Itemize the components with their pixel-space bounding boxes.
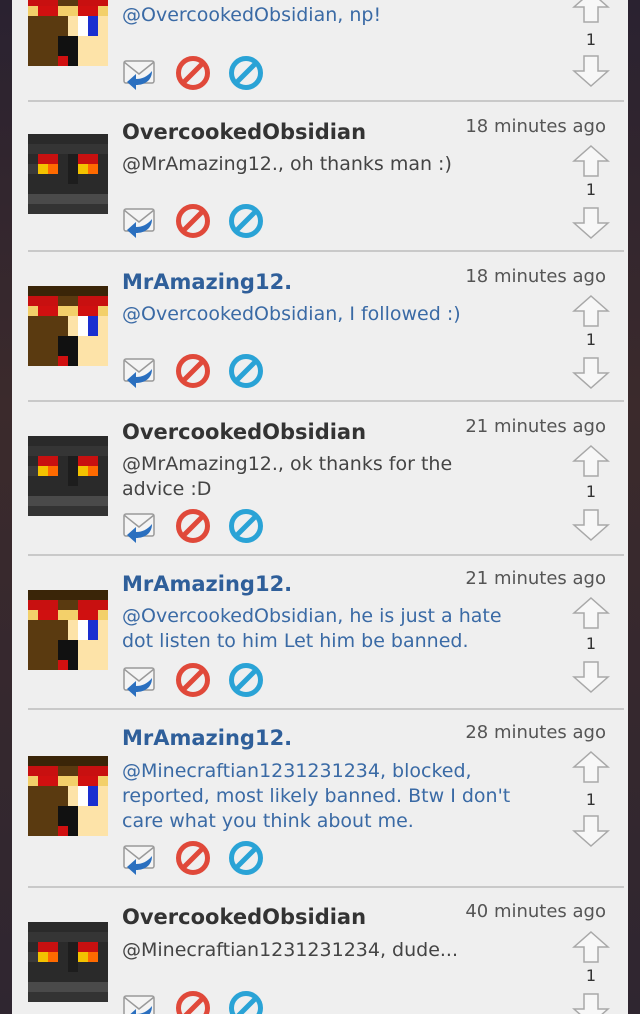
up-arrow-icon[interactable] (572, 596, 610, 630)
comment-text: @Minecraftian1231231234, dude... (122, 939, 459, 961)
reply-envelope-icon[interactable] (122, 840, 158, 876)
hide-icon[interactable] (228, 203, 264, 239)
vote-control: 1 (570, 930, 612, 1014)
reply-envelope-icon[interactable] (122, 508, 158, 544)
comment-text: @OvercookedObsidian, I followed :) (122, 303, 461, 325)
comment-item: OvercookedObsidian 40 minutes ago @Minec… (12, 888, 628, 1014)
down-arrow-icon[interactable] (572, 356, 610, 390)
up-arrow-icon[interactable] (572, 0, 610, 24)
comment-text: @MrAmazing12., oh thanks man :) (122, 153, 452, 175)
hide-icon[interactable] (228, 840, 264, 876)
timestamp: 40 minutes ago (465, 901, 606, 922)
down-arrow-icon[interactable] (572, 992, 610, 1014)
down-arrow-icon[interactable] (572, 54, 610, 88)
up-arrow-icon[interactable] (572, 144, 610, 178)
comment-text: @OvercookedObsidian, he is just a hate d… (122, 605, 502, 652)
comment-text: @OvercookedObsidian, np! (122, 4, 382, 26)
reply-envelope-icon[interactable] (122, 990, 158, 1014)
comment-item: MrAmazing12. 28 minutes ago @Minecraftia… (12, 710, 628, 886)
comment-item: MrAmazing12. 21 minutes ago @OvercookedO… (12, 556, 628, 708)
comment-item: OvercookedObsidian 18 minutes ago @MrAma… (12, 102, 628, 250)
comment-item: MrAmazing12. 18 minutes ago @OvercookedO… (12, 252, 628, 400)
username[interactable]: MrAmazing12. (122, 270, 292, 294)
username[interactable]: MrAmazing12. (122, 572, 292, 596)
comment-actions (122, 55, 282, 91)
comment-item: OvercookedObsidian 21 minutes ago @MrAma… (12, 402, 628, 554)
down-arrow-icon[interactable] (572, 508, 610, 542)
comment-actions (122, 508, 282, 544)
username[interactable]: OvercookedObsidian (122, 420, 366, 444)
timestamp: 18 minutes ago (465, 116, 606, 137)
down-arrow-icon[interactable] (572, 814, 610, 848)
comment-actions (122, 662, 282, 698)
avatar[interactable] (28, 286, 108, 366)
comment-actions (122, 840, 282, 876)
comment-actions (122, 990, 282, 1014)
vote-control: 1 (570, 144, 612, 244)
hide-icon[interactable] (228, 55, 264, 91)
timestamp: 18 minutes ago (465, 266, 606, 287)
timestamp: 28 minutes ago (465, 722, 606, 743)
avatar[interactable] (28, 134, 108, 214)
timestamp: 21 minutes ago (465, 416, 606, 437)
vote-count: 1 (585, 482, 597, 501)
block-icon[interactable] (175, 55, 211, 91)
username[interactable]: OvercookedObsidian (122, 905, 366, 929)
avatar[interactable] (28, 436, 108, 516)
block-icon[interactable] (175, 990, 211, 1014)
up-arrow-icon[interactable] (572, 444, 610, 478)
comment-text: @MrAmazing12., ok thanks for the advice … (122, 453, 453, 500)
username[interactable]: OvercookedObsidian (122, 120, 366, 144)
hide-icon[interactable] (228, 508, 264, 544)
avatar[interactable] (28, 756, 108, 836)
comment-actions (122, 203, 282, 239)
up-arrow-icon[interactable] (572, 294, 610, 328)
vote-control: 1 (570, 444, 612, 544)
vote-count: 1 (585, 966, 597, 985)
reply-envelope-icon[interactable] (122, 353, 158, 389)
vote-count: 1 (585, 790, 597, 809)
block-icon[interactable] (175, 203, 211, 239)
vote-count: 1 (585, 30, 597, 49)
reply-envelope-icon[interactable] (122, 662, 158, 698)
block-icon[interactable] (175, 508, 211, 544)
up-arrow-icon[interactable] (572, 750, 610, 784)
down-arrow-icon[interactable] (572, 660, 610, 694)
avatar[interactable] (28, 922, 108, 1002)
comment-item: @OvercookedObsidian, np! 1 (12, 0, 628, 101)
vote-control: 1 (570, 294, 612, 394)
hide-icon[interactable] (228, 662, 264, 698)
avatar[interactable] (28, 590, 108, 670)
vote-control: 1 (570, 596, 612, 696)
avatar[interactable] (28, 0, 108, 66)
vote-control: 1 (570, 0, 612, 90)
hide-icon[interactable] (228, 990, 264, 1014)
vote-count: 1 (585, 634, 597, 653)
block-icon[interactable] (175, 662, 211, 698)
down-arrow-icon[interactable] (572, 206, 610, 240)
block-icon[interactable] (175, 840, 211, 876)
up-arrow-icon[interactable] (572, 930, 610, 964)
block-icon[interactable] (175, 353, 211, 389)
hide-icon[interactable] (228, 353, 264, 389)
timestamp: 21 minutes ago (465, 568, 606, 589)
comment-text: @Minecraftian1231231234, blocked, report… (122, 760, 511, 832)
comment-list: @OvercookedObsidian, np! 1 OvercookedObs… (12, 0, 628, 1014)
vote-count: 1 (585, 330, 597, 349)
reply-envelope-icon[interactable] (122, 55, 158, 91)
vote-count: 1 (585, 180, 597, 199)
comment-actions (122, 353, 282, 389)
username[interactable]: MrAmazing12. (122, 726, 292, 750)
vote-control: 1 (570, 750, 612, 850)
reply-envelope-icon[interactable] (122, 203, 158, 239)
